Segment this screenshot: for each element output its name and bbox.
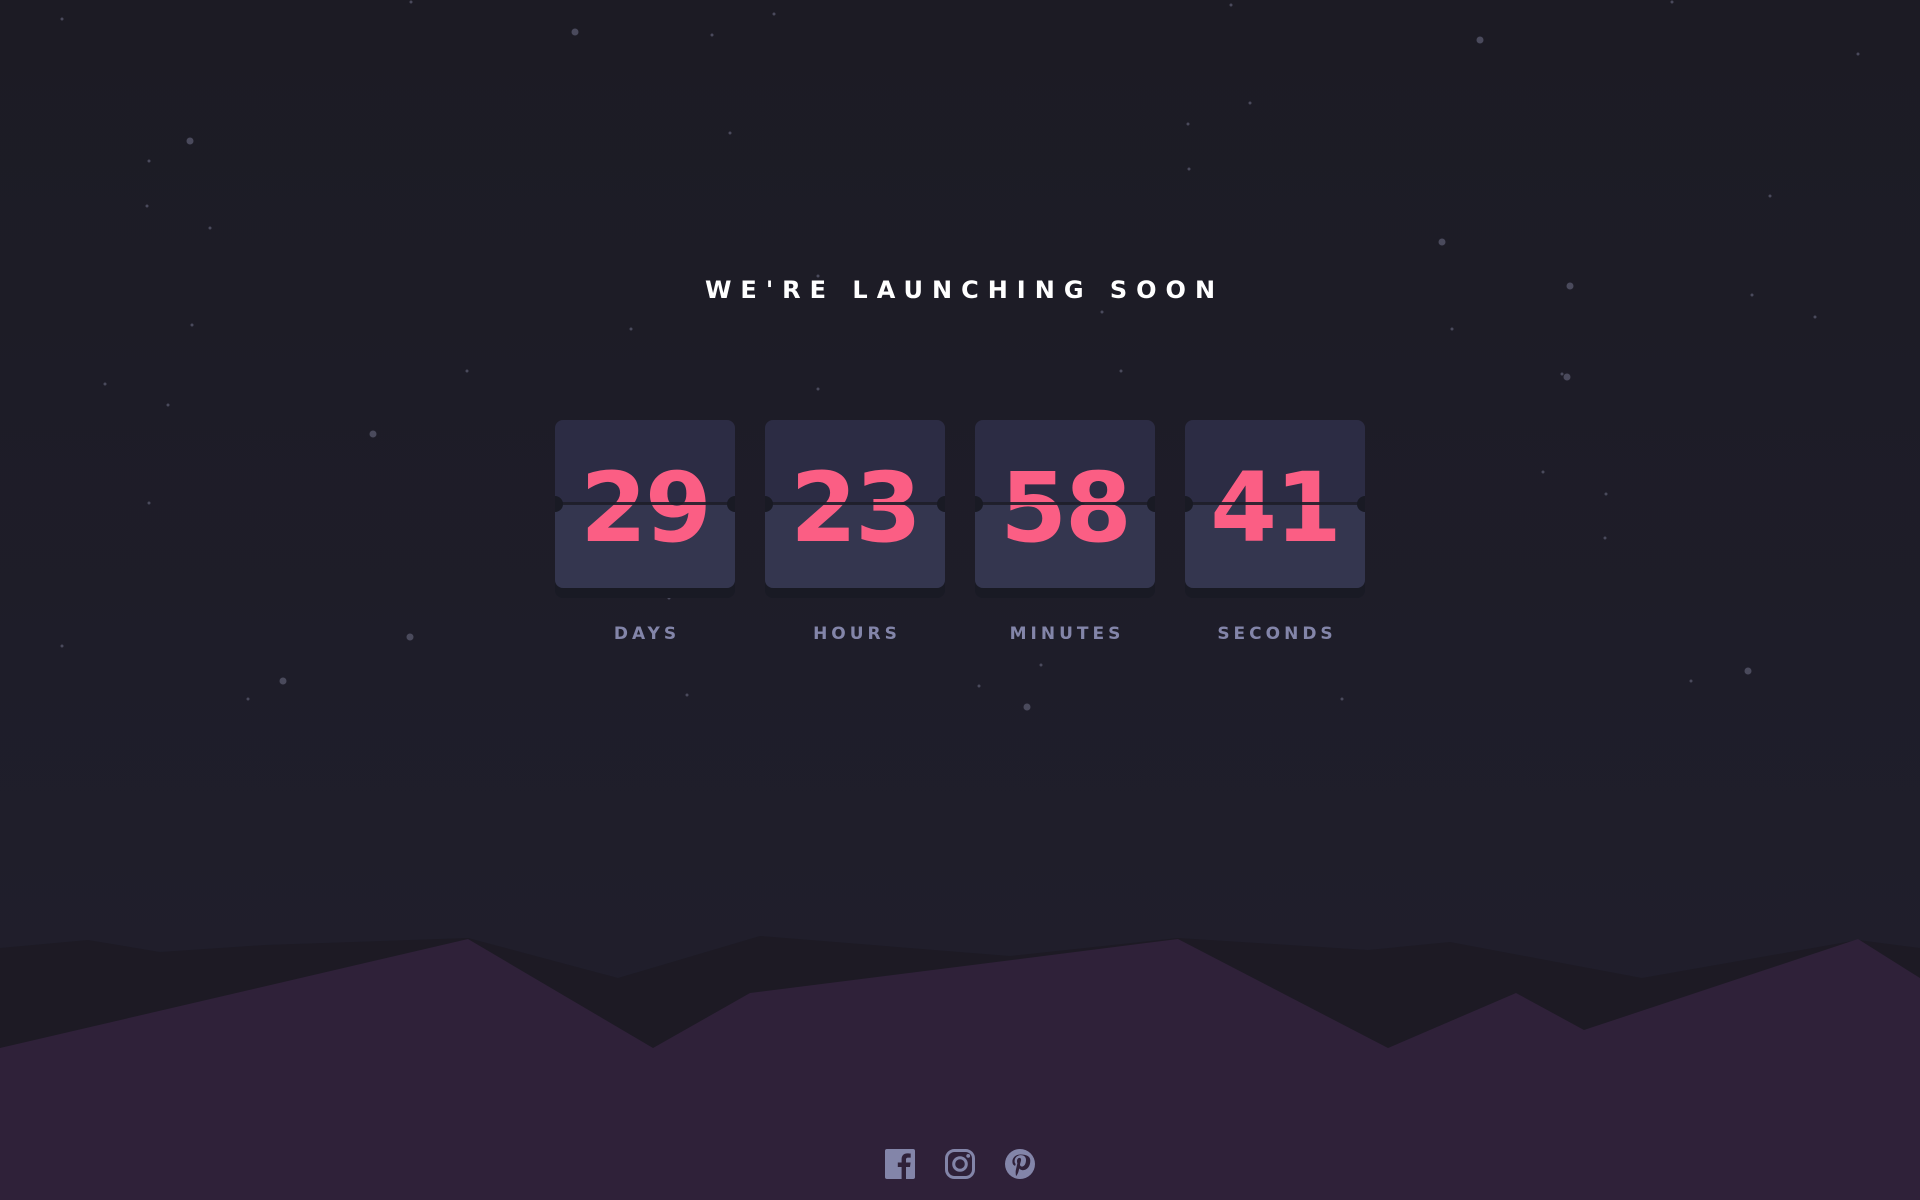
- instagram-icon: [945, 1149, 975, 1179]
- facebook-icon: [885, 1149, 915, 1179]
- countdown-days: 29 DAYS: [555, 420, 735, 644]
- flip-card-days: 29: [555, 420, 735, 588]
- pinterest-icon: [1005, 1149, 1035, 1179]
- days-label: DAYS: [613, 624, 681, 644]
- flip-card-seconds: 41: [1185, 420, 1365, 588]
- countdown-hours: 23 HOURS: [765, 420, 945, 644]
- page-headline: WE'RE LAUNCHING SOON: [704, 276, 1225, 304]
- countdown-timer: 29 DAYS 23 HOURS 58 MINUTES 41 SECONDS: [555, 420, 1365, 644]
- social-links: [0, 1148, 1920, 1180]
- instagram-link[interactable]: [944, 1148, 976, 1180]
- facebook-link[interactable]: [884, 1148, 916, 1180]
- flip-card-minutes: 58: [975, 420, 1155, 588]
- seconds-label: SECONDS: [1217, 624, 1337, 644]
- countdown-minutes: 58 MINUTES: [975, 420, 1155, 644]
- countdown-seconds: 41 SECONDS: [1185, 420, 1365, 644]
- minutes-label: MINUTES: [1009, 624, 1125, 644]
- hours-label: HOURS: [813, 624, 901, 644]
- flip-card-hours: 23: [765, 420, 945, 588]
- pinterest-link[interactable]: [1004, 1148, 1036, 1180]
